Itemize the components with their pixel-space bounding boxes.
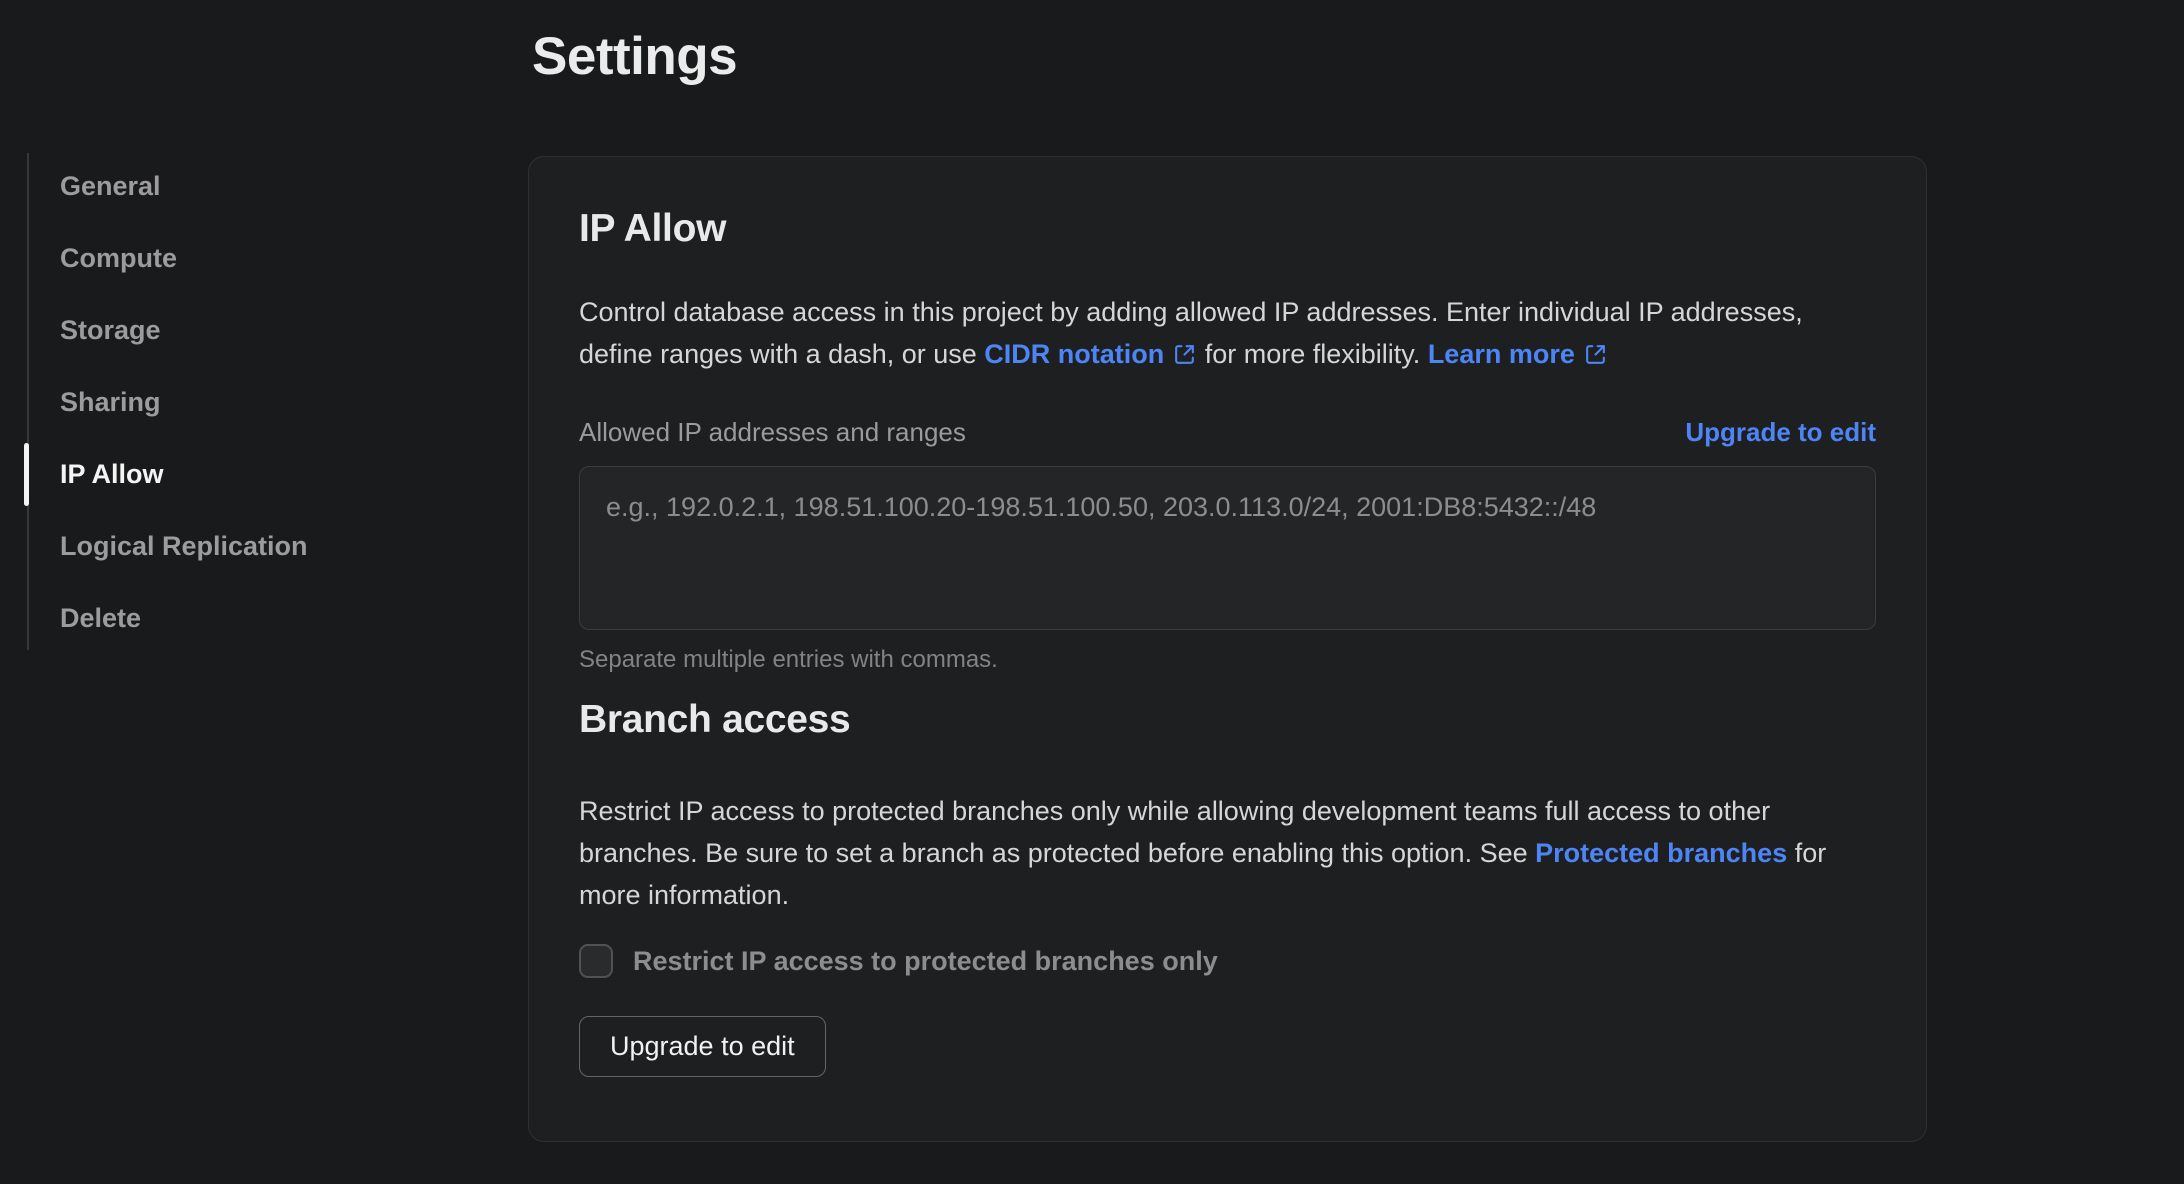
allowed-ip-field-label: Allowed IP addresses and ranges <box>579 417 966 447</box>
description-text: for more flexibility. <box>1197 339 1428 369</box>
restrict-ip-checkbox-label: Restrict IP access to protected branches… <box>633 945 1218 976</box>
upgrade-to-edit-link[interactable]: Upgrade to edit <box>1685 417 1876 448</box>
ip-allow-heading: IP Allow <box>579 207 727 250</box>
ip-allow-description: Control database access in this project … <box>579 291 1876 375</box>
sidebar-item-logical-replication[interactable]: Logical Replication <box>0 510 440 582</box>
sidebar-item-label: Compute <box>60 242 177 273</box>
restrict-ip-checkbox-row[interactable]: Restrict IP access to protected branches… <box>579 944 1218 978</box>
ip-allow-settings-card: IP Allow Control database access in this… <box>528 156 1927 1142</box>
allowed-ip-textarea[interactable] <box>579 466 1876 630</box>
settings-sidebar: General Compute Storage Sharing IP Allow… <box>0 150 440 654</box>
sidebar-item-label: IP Allow <box>60 458 164 489</box>
upgrade-to-edit-button[interactable]: Upgrade to edit <box>579 1016 826 1077</box>
sidebar-item-label: General <box>60 170 161 201</box>
restrict-ip-checkbox[interactable] <box>579 944 613 978</box>
protected-branches-link[interactable]: Protected branches <box>1535 838 1787 868</box>
branch-access-description: Restrict IP access to protected branches… <box>579 790 1876 916</box>
learn-more-link[interactable]: Learn more <box>1428 339 1608 369</box>
sidebar-item-general[interactable]: General <box>0 150 440 222</box>
branch-access-heading: Branch access <box>579 698 851 741</box>
sidebar-item-storage[interactable]: Storage <box>0 294 440 366</box>
sidebar-item-label: Logical Replication <box>60 530 308 561</box>
settings-page: Settings General Compute Storage Sharing… <box>0 0 2184 1184</box>
sidebar-item-compute[interactable]: Compute <box>0 222 440 294</box>
sidebar-rail <box>27 153 29 650</box>
external-link-icon <box>1586 345 1605 364</box>
external-link-icon <box>1175 345 1195 364</box>
cidr-notation-link[interactable]: CIDR notation <box>984 339 1197 369</box>
sidebar-item-label: Sharing <box>60 386 161 417</box>
textarea-helper-text: Separate multiple entries with commas. <box>579 646 998 673</box>
allowed-ip-field-row: Allowed IP addresses and ranges Upgrade … <box>579 417 1876 448</box>
sidebar-item-label: Storage <box>60 314 161 345</box>
sidebar-item-delete[interactable]: Delete <box>0 582 440 654</box>
sidebar-item-sharing[interactable]: Sharing <box>0 366 440 438</box>
page-title: Settings <box>532 27 738 86</box>
sidebar-item-label: Delete <box>60 602 142 633</box>
sidebar-item-ip-allow[interactable]: IP Allow <box>0 438 440 510</box>
active-item-indicator <box>24 443 29 506</box>
